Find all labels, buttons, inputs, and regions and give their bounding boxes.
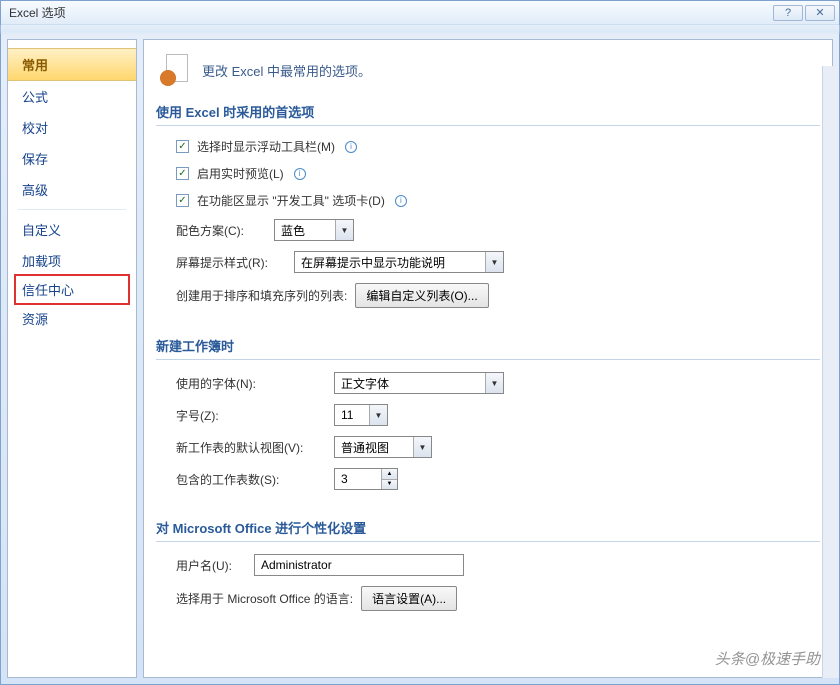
chevron-down-icon	[413, 437, 431, 457]
language-label: 选择用于 Microsoft Office 的语言:	[176, 590, 353, 607]
window-title: Excel 选项	[5, 4, 773, 21]
sheet-count-spinner[interactable]: 3 ▲ ▼	[334, 468, 398, 490]
info-icon[interactable]	[345, 141, 357, 153]
sidebar: 常用 公式 校对 保存 高级 自定义 加载项 信任中心 资源	[7, 39, 137, 678]
font-size-label: 字号(Z):	[176, 407, 326, 424]
username-label: 用户名(U):	[176, 557, 246, 574]
sidebar-item-save[interactable]: 保存	[8, 143, 136, 174]
spinner-up[interactable]: ▲	[381, 469, 397, 480]
sheet-count-label: 包含的工作表数(S):	[176, 471, 326, 488]
screentip-select[interactable]: 在屏幕提示中显示功能说明	[294, 251, 504, 273]
font-size-select[interactable]: 11	[334, 404, 388, 426]
username-input[interactable]	[254, 554, 464, 576]
section-personalize: 对 Microsoft Office 进行个性化设置 用户名(U): 选择用于 …	[156, 514, 820, 621]
checkbox-developer-tab[interactable]	[176, 194, 189, 207]
sidebar-item-trust-center[interactable]: 信任中心	[14, 274, 130, 305]
content-panel: 更改 Excel 中最常用的选项。 使用 Excel 时采用的首选项 选择时显示…	[143, 39, 833, 678]
sidebar-item-formulas[interactable]: 公式	[8, 81, 136, 112]
default-view-select[interactable]: 普通视图	[334, 436, 432, 458]
sidebar-divider	[18, 209, 126, 210]
close-button[interactable]: ✕	[805, 5, 835, 21]
section-title: 新建工作簿时	[156, 332, 820, 360]
section-preferences: 使用 Excel 时采用的首选项 选择时显示浮动工具栏(M) 启用实时预览(L)	[156, 98, 820, 318]
options-icon	[160, 54, 192, 86]
checkbox-mini-toolbar[interactable]	[176, 140, 189, 153]
chevron-down-icon	[485, 252, 503, 272]
checkbox-label: 选择时显示浮动工具栏(M)	[197, 138, 335, 155]
spinner-down[interactable]: ▼	[381, 480, 397, 490]
sidebar-item-proofing[interactable]: 校对	[8, 112, 136, 143]
titlebar: Excel 选项 ? ✕	[1, 1, 839, 25]
default-view-label: 新工作表的默认视图(V):	[176, 439, 326, 456]
color-scheme-label: 配色方案(C):	[176, 222, 266, 239]
chevron-down-icon	[335, 220, 353, 240]
font-label: 使用的字体(N):	[176, 375, 326, 392]
watermark: 头条@极速手助	[715, 648, 820, 669]
header-row: 更改 Excel 中最常用的选项。	[156, 48, 820, 98]
checkbox-label: 在功能区显示 "开发工具" 选项卡(D)	[197, 192, 385, 209]
section-new-workbook: 新建工作簿时 使用的字体(N): 正文字体 字号(Z): 11	[156, 332, 820, 500]
info-icon[interactable]	[395, 195, 407, 207]
toolbar-blur	[1, 25, 839, 33]
font-select[interactable]: 正文字体	[334, 372, 504, 394]
sidebar-item-advanced[interactable]: 高级	[8, 174, 136, 205]
dialog-body: 常用 公式 校对 保存 高级 自定义 加载项 信任中心 资源 更改 Excel …	[1, 33, 839, 684]
language-settings-button[interactable]: 语言设置(A)...	[361, 586, 457, 611]
sidebar-item-resources[interactable]: 资源	[8, 303, 136, 334]
checkbox-label: 启用实时预览(L)	[197, 165, 284, 182]
header-text: 更改 Excel 中最常用的选项。	[202, 61, 371, 80]
section-title: 使用 Excel 时采用的首选项	[156, 98, 820, 126]
sidebar-item-general[interactable]: 常用	[8, 48, 136, 81]
chevron-down-icon	[485, 373, 503, 393]
checkbox-live-preview[interactable]	[176, 167, 189, 180]
info-icon[interactable]	[294, 168, 306, 180]
sidebar-item-addins[interactable]: 加载项	[8, 245, 136, 276]
color-scheme-select[interactable]: 蓝色	[274, 219, 354, 241]
chevron-down-icon	[369, 405, 387, 425]
help-button[interactable]: ?	[773, 5, 803, 21]
edit-custom-lists-button[interactable]: 编辑自定义列表(O)...	[355, 283, 488, 308]
sidebar-item-customize[interactable]: 自定义	[8, 214, 136, 245]
scrollbar[interactable]	[822, 66, 839, 678]
section-title: 对 Microsoft Office 进行个性化设置	[156, 514, 820, 542]
window: Excel 选项 ? ✕ 常用 公式 校对 保存 高级 自定义 加载项 信任中心…	[0, 0, 840, 685]
screentip-label: 屏幕提示样式(R):	[176, 254, 286, 271]
custom-lists-label: 创建用于排序和填充序列的列表:	[176, 287, 347, 304]
